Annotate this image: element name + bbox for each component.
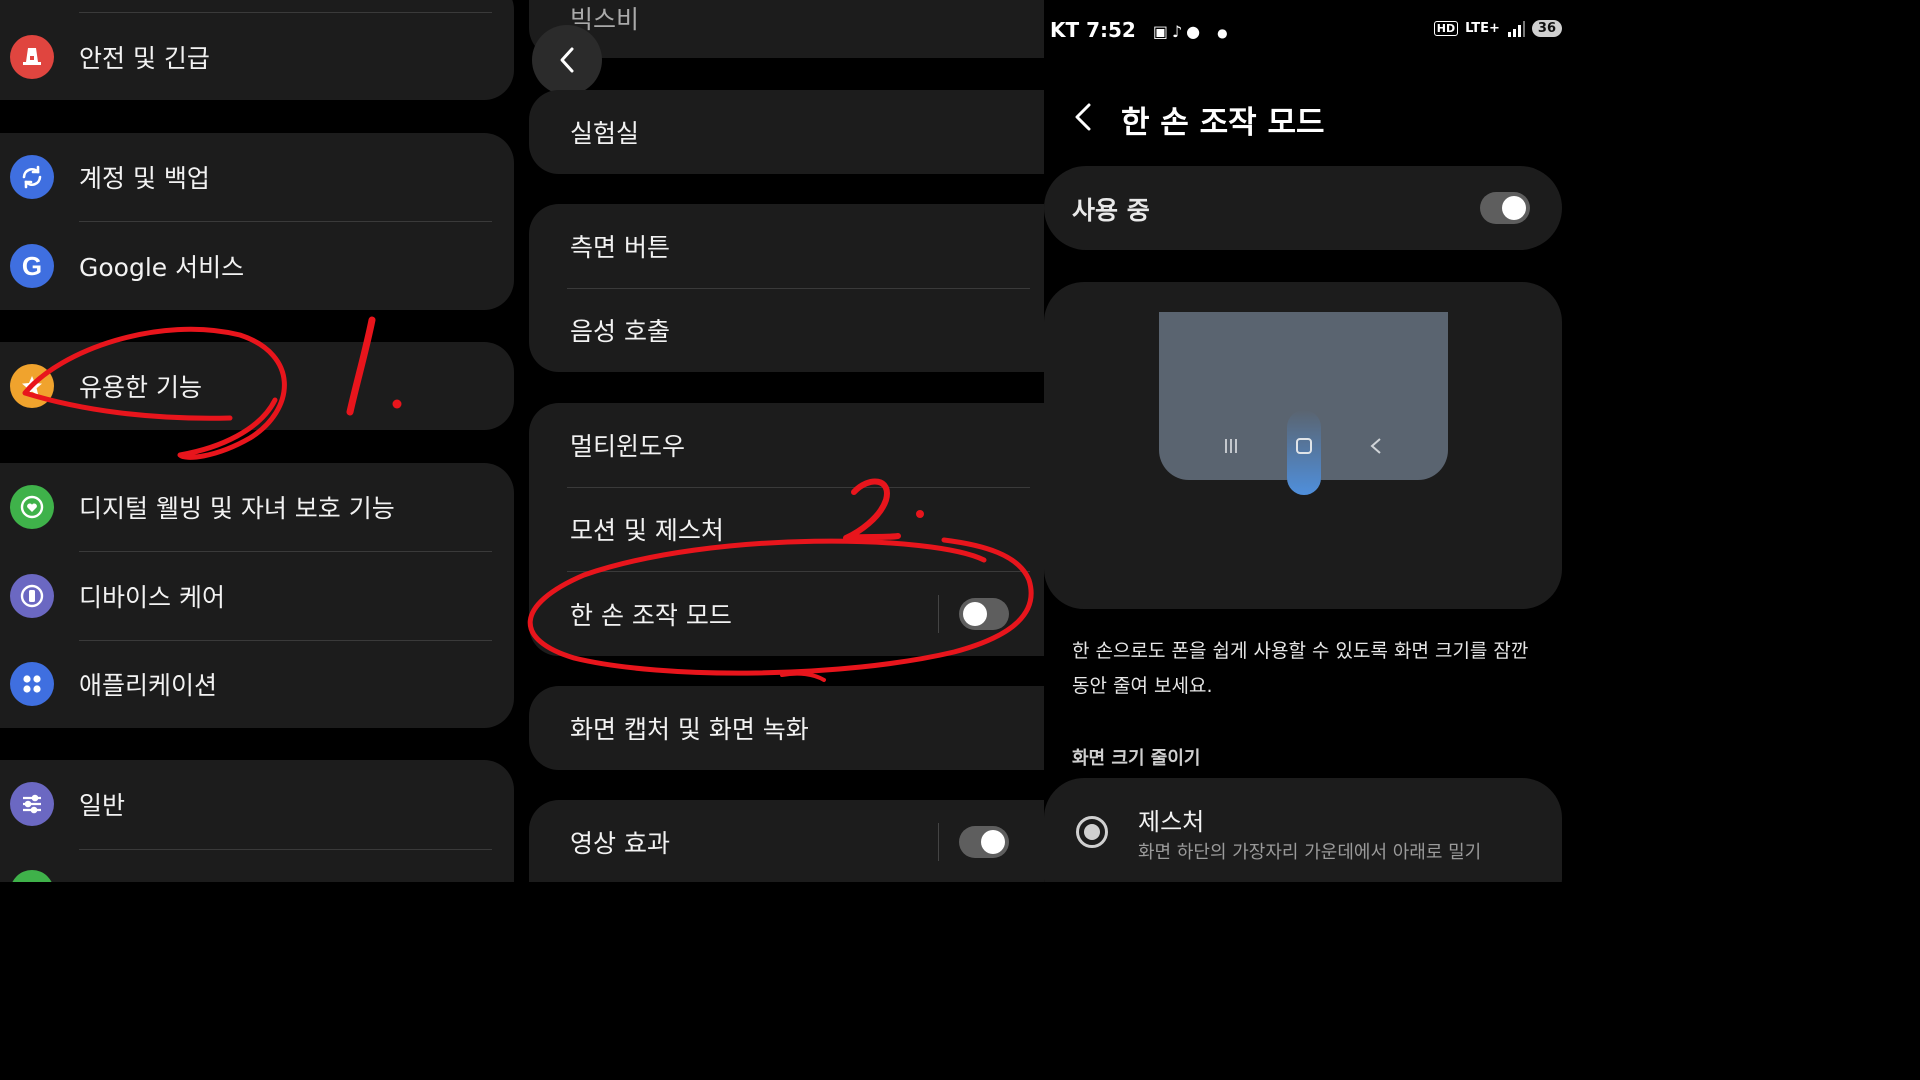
annotation-circle-2	[527, 478, 1034, 682]
option-title: 제스처	[1138, 808, 1205, 836]
advanced-features-panel: 빅스비 실험실 측면 버튼 음성 호출 멀티윈도우 모션 및 제스처 한 손 조…	[514, 0, 1044, 882]
gesture-radio[interactable]	[1076, 816, 1108, 848]
carrier-time: KT 7:52	[1050, 18, 1136, 42]
battery-indicator: 36	[1531, 20, 1562, 37]
status-right: HD LTE+ 36	[1433, 20, 1562, 37]
radio-dot	[1084, 824, 1100, 840]
status-bar: KT 7:52 ▣♪● ● HD LTE+ 36	[1050, 18, 1562, 48]
hd-icon: HD	[1433, 21, 1459, 36]
settings-main-panel: 안전 및 긴급 계정 및 백업 G Google 서비스 유용한 기능 디지털 …	[0, 0, 514, 882]
home-icon	[1296, 438, 1312, 454]
signal-icon	[1507, 20, 1525, 37]
annotation-circle-1	[22, 316, 402, 460]
option-card-gesture[interactable]: 제스처 화면 하단의 가장자리 가운데에서 아래로 밀기	[1044, 778, 1562, 882]
network-icon: LTE+	[1465, 21, 1500, 36]
notification-icons: ▣♪●	[1152, 22, 1205, 41]
dot-icon: ●	[1217, 26, 1228, 40]
back-nav-icon	[1369, 437, 1383, 459]
toggle-knob	[1502, 196, 1526, 220]
page-title: 한 손 조작 모드	[1121, 105, 1325, 141]
description: 한 손으로도 폰을 쉽게 사용할 수 있도록 화면 크기를 잠깐동안 줄여 보세…	[1072, 640, 1529, 697]
section-header: 화면 크기 줄이기	[1072, 748, 1201, 769]
chevron-left-icon	[1075, 103, 1091, 131]
master-toggle[interactable]	[1480, 192, 1530, 224]
back-button[interactable]	[1072, 100, 1094, 138]
option-subtitle: 화면 하단의 가장자리 가운데에서 아래로 밀기	[1138, 842, 1482, 863]
master-switch-label: 사용 중	[1072, 196, 1150, 225]
recents-icon	[1223, 438, 1239, 454]
preview-card	[1044, 282, 1562, 609]
master-switch-card[interactable]: 사용 중	[1044, 166, 1562, 250]
preview-screen	[1159, 312, 1448, 495]
one-handed-mode-panel: KT 7:52 ▣♪● ● HD LTE+ 36 한 손 조작 모드 사용 중	[1044, 0, 1568, 882]
